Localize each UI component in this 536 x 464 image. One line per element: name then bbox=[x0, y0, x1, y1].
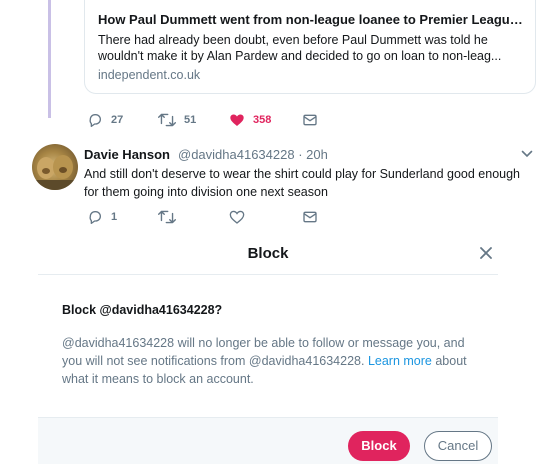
reply-button[interactable]: 27 bbox=[87, 112, 123, 128]
dialog-footer: Block Cancel bbox=[38, 417, 498, 464]
heart-icon bbox=[229, 209, 245, 225]
dialog-header: Block bbox=[38, 237, 498, 275]
heart-icon bbox=[229, 112, 245, 128]
user-handle[interactable]: @davidha41634228 · 20h bbox=[178, 147, 328, 162]
block-dialog: Block Block @davidha41634228? @davidha41… bbox=[38, 237, 498, 464]
card-description: There had already been doubt, even befor… bbox=[98, 33, 502, 63]
mail-icon bbox=[302, 112, 318, 128]
dialog-heading: Block @davidha41634228? bbox=[62, 303, 223, 317]
reply-button-2[interactable]: 1 bbox=[87, 209, 117, 225]
close-icon bbox=[479, 247, 493, 264]
handle-text[interactable]: @davidha41634228 bbox=[178, 147, 295, 162]
card-title[interactable]: How Paul Dummett went from non-league lo… bbox=[98, 12, 528, 27]
reply-icon bbox=[87, 209, 103, 225]
dialog-body: @davidha41634228 will no longer be able … bbox=[62, 334, 482, 388]
like-button[interactable]: 358 bbox=[229, 112, 271, 128]
tweet-menu-button[interactable] bbox=[521, 146, 533, 164]
card-domain: independent.co.uk bbox=[98, 68, 201, 82]
thread-line bbox=[48, 0, 51, 118]
reply-count-2: 1 bbox=[111, 211, 118, 223]
learn-more-link[interactable]: Learn more bbox=[368, 354, 432, 368]
tweet-time[interactable]: · 20h bbox=[298, 147, 328, 162]
tweet-text: And still don't deserve to wear the shir… bbox=[84, 167, 520, 199]
message-button-2[interactable] bbox=[302, 209, 318, 225]
retweet-button-2[interactable] bbox=[158, 209, 176, 225]
reply-count: 27 bbox=[111, 114, 124, 126]
close-button[interactable] bbox=[479, 246, 493, 265]
block-button[interactable]: Block bbox=[348, 431, 410, 461]
avatar[interactable] bbox=[32, 144, 78, 190]
dialog-title: Block bbox=[247, 245, 289, 262]
retweet-icon bbox=[158, 112, 176, 128]
cancel-button[interactable]: Cancel bbox=[424, 431, 492, 461]
user-name[interactable]: Davie Hanson bbox=[84, 147, 170, 162]
message-button[interactable] bbox=[302, 112, 318, 128]
reply-icon bbox=[87, 112, 103, 128]
link-card[interactable]: How Paul Dummett went from non-league lo… bbox=[84, 0, 536, 94]
retweet-icon bbox=[158, 209, 176, 225]
retweet-count: 51 bbox=[184, 114, 197, 126]
like-count: 358 bbox=[253, 114, 272, 126]
retweet-button[interactable]: 51 bbox=[158, 112, 196, 128]
like-button-2[interactable] bbox=[229, 209, 245, 225]
chevron-down-icon bbox=[521, 146, 533, 163]
mail-icon bbox=[302, 209, 318, 225]
